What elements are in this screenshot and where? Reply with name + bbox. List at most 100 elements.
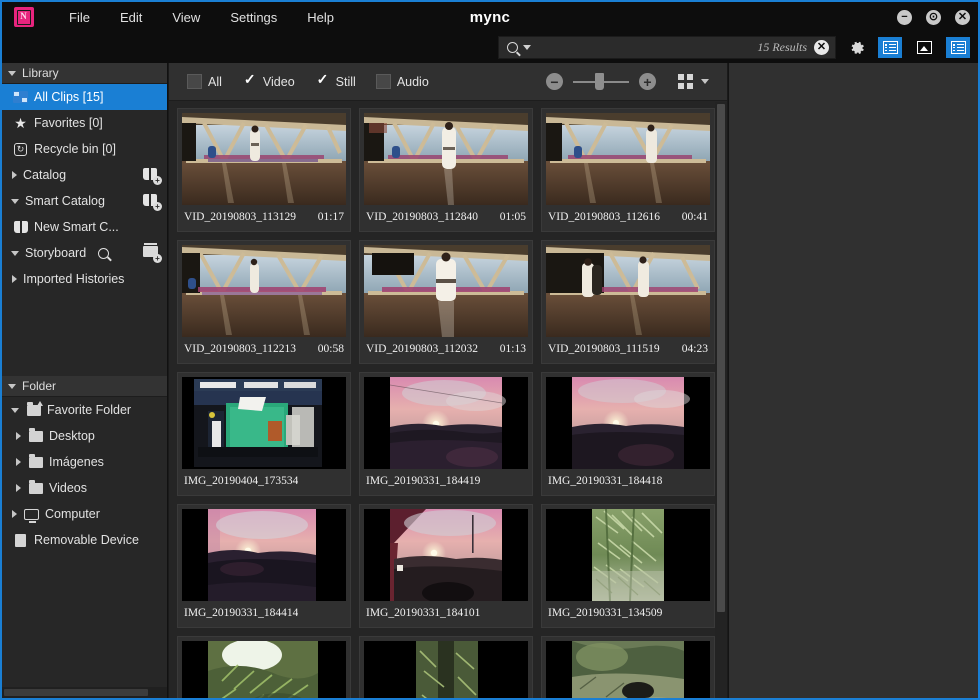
maximize-button[interactable]: ⊙ xyxy=(926,9,941,25)
thumbnail-image xyxy=(546,641,710,698)
clear-search-button[interactable]: ✕ xyxy=(814,40,829,55)
thumbnail-name: VID_20190803_112213 xyxy=(184,343,297,355)
thumbnail-item[interactable]: IMG_20190331_134509 xyxy=(541,504,715,628)
add-storyboard-icon[interactable]: + xyxy=(143,243,162,263)
sidebar-item-computer[interactable]: Computer xyxy=(2,501,167,527)
search-dropdown-icon[interactable] xyxy=(523,45,531,50)
thumbnail-item[interactable]: IMG_20190404_173534 xyxy=(177,372,351,496)
grid-vertical-scrollbar[interactable] xyxy=(715,102,727,698)
thumbnail-item[interactable]: IMG_20190331_184101 xyxy=(359,504,533,628)
sidebar-item-new-smart-catalog-label: New Smart C... xyxy=(34,220,119,234)
thumbnail-duration: 01:17 xyxy=(317,211,344,223)
thumbnail-item[interactable] xyxy=(541,636,715,698)
sidebar-item-favorites-label: Favorites [0] xyxy=(34,116,103,130)
close-button[interactable]: ✕ xyxy=(955,9,970,25)
thumbnail-item[interactable]: VID_20190803_111519 04:23 xyxy=(541,240,715,364)
storyboard-search-icon[interactable] xyxy=(98,247,110,259)
filter-video-label: Video xyxy=(262,74,295,89)
thumbnail-item[interactable]: IMG_20190331_184418 xyxy=(541,372,715,496)
thumbnail-meta: IMG_20190404_173534 xyxy=(182,469,346,493)
sidebar-item-computer-label: Computer xyxy=(45,507,100,521)
thumbnail-image xyxy=(364,641,528,698)
thumbnail-image xyxy=(546,509,710,601)
filter-checkbox-all[interactable]: All xyxy=(187,74,222,89)
menu-item-edit[interactable]: Edit xyxy=(105,6,157,29)
filter-checkbox-video[interactable]: Video xyxy=(241,72,295,89)
thumbnail-grid: VID_20190803_113129 01:17 VID_20190803_1… xyxy=(169,102,727,698)
thumbnail-meta: IMG_20190331_184101 xyxy=(364,601,528,625)
thumbnail-item[interactable]: IMG_20190331_184419 xyxy=(359,372,533,496)
book-icon xyxy=(12,221,29,233)
checkbox-still-box xyxy=(314,72,330,89)
checkbox-all-box xyxy=(187,74,202,89)
chevron-down-icon xyxy=(11,198,19,204)
filter-checkbox-audio[interactable]: Audio xyxy=(375,74,429,89)
thumbnail-item[interactable]: VID_20190803_113129 01:17 xyxy=(177,108,351,232)
sidebar-item-imagenes[interactable]: Imágenes xyxy=(2,449,167,475)
gear-icon[interactable] xyxy=(848,39,866,57)
search-input[interactable]: 15 Results ✕ xyxy=(498,36,836,59)
grid-view-button[interactable] xyxy=(678,74,709,89)
thumbnail-duration: 01:05 xyxy=(499,211,526,223)
thumbnail-name: IMG_20190331_184414 xyxy=(184,607,299,619)
grid-view-icon xyxy=(678,74,693,89)
sidebar-item-videos[interactable]: Videos xyxy=(2,475,167,501)
scrollbar-thumb[interactable] xyxy=(717,104,725,612)
minimize-button[interactable]: − xyxy=(897,9,912,25)
list-view-button[interactable] xyxy=(878,37,902,58)
sidebar-item-storyboard[interactable]: Storyboard + xyxy=(2,240,167,266)
sidebar-section-library-label: Library xyxy=(22,66,59,80)
thumbnail-image xyxy=(546,377,710,469)
search-icon xyxy=(507,42,518,53)
thumbnail-item[interactable]: VID_20190803_112032 01:13 xyxy=(359,240,533,364)
menu-item-help[interactable]: Help xyxy=(292,6,349,29)
add-catalog-icon[interactable]: + xyxy=(143,168,162,185)
sidebar-item-new-smart-catalog[interactable]: New Smart C... xyxy=(2,214,167,240)
sidebar-section-folder-label: Folder xyxy=(22,379,57,393)
thumbnail-item[interactable] xyxy=(177,636,351,698)
folder-icon xyxy=(27,479,44,494)
sidebar-item-removable-device[interactable]: Removable Device xyxy=(2,527,167,553)
thumbnail-image xyxy=(546,245,710,337)
filter-checkbox-still[interactable]: Still xyxy=(314,72,356,89)
sidebar-item-all-clips[interactable]: All Clips [15] xyxy=(2,84,167,110)
thumbnail-meta: VID_20190803_112213 00:58 xyxy=(182,337,346,361)
chevron-down-icon xyxy=(8,383,16,389)
chevron-right-icon xyxy=(12,510,17,518)
thumbnail-item[interactable]: VID_20190803_112213 00:58 xyxy=(177,240,351,364)
thumbnail-item[interactable] xyxy=(359,636,533,698)
menu-item-settings[interactable]: Settings xyxy=(215,6,292,29)
thumbnail-item[interactable]: VID_20190803_112616 00:41 xyxy=(541,108,715,232)
sidebar-item-favorite-folder[interactable]: Favorite Folder xyxy=(2,397,167,423)
sidebar-item-imagenes-label: Imágenes xyxy=(49,455,104,469)
sidebar-item-favorite-folder-label: Favorite Folder xyxy=(47,403,132,417)
thumbnail-image xyxy=(182,245,346,337)
sidebar-item-smart-catalog[interactable]: Smart Catalog + xyxy=(2,188,167,214)
sidebar-item-desktop[interactable]: Desktop xyxy=(2,423,167,449)
slider-thumb[interactable] xyxy=(595,73,604,90)
sidebar-section-folder[interactable]: Folder xyxy=(2,376,167,397)
sidebar-section-library[interactable]: Library xyxy=(2,63,167,84)
thumbnail-item[interactable]: VID_20190803_112840 01:05 xyxy=(359,108,533,232)
chevron-right-icon xyxy=(16,458,21,466)
app-logo-letter: N xyxy=(20,11,27,21)
sidebar-horizontal-scrollbar[interactable] xyxy=(2,687,167,698)
preview-view-button[interactable] xyxy=(912,37,936,58)
thumbnail-meta: IMG_20190331_184418 xyxy=(546,469,710,493)
menu-item-view[interactable]: View xyxy=(157,6,215,29)
zoom-out-button[interactable]: − xyxy=(546,73,563,90)
add-smart-catalog-icon[interactable]: + xyxy=(143,194,162,211)
thumbnail-size-slider[interactable] xyxy=(573,73,629,90)
right-panel xyxy=(728,63,978,698)
thumbnail-item[interactable]: IMG_20190331_184414 xyxy=(177,504,351,628)
chevron-down-icon[interactable] xyxy=(701,79,709,84)
sidebar-item-catalog[interactable]: Catalog + xyxy=(2,162,167,188)
filter-audio-label: Audio xyxy=(396,74,429,89)
sidebar-item-recycle-bin[interactable]: ↻ Recycle bin [0] xyxy=(2,136,167,162)
detail-view-button[interactable] xyxy=(946,37,970,58)
thumbnail-image xyxy=(364,377,528,469)
zoom-in-button[interactable]: + xyxy=(639,73,656,90)
sidebar-item-favorites[interactable]: ★ Favorites [0] xyxy=(2,110,167,136)
sidebar-item-imported-histories[interactable]: Imported Histories xyxy=(2,266,167,292)
menu-item-file[interactable]: File xyxy=(54,6,105,29)
